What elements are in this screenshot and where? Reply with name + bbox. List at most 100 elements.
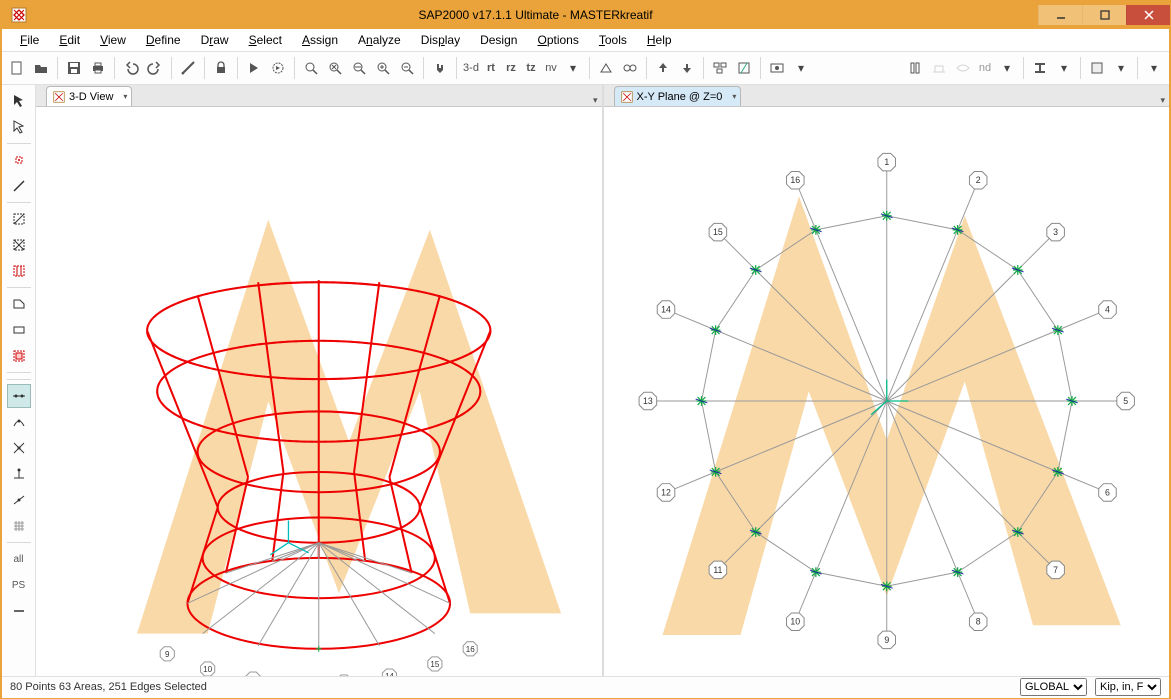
menu-display[interactable]: Display [413,31,468,49]
cable-icon [952,57,974,79]
quick-draw-brace-icon[interactable] [7,233,31,257]
view-3d-button[interactable]: 3-d [462,57,480,79]
prev-select-button[interactable]: PS [7,573,31,597]
svg-text:3: 3 [1053,227,1058,237]
workarea: all PS 3-D View ▾ ▾ [2,85,1169,676]
section-shape-icon[interactable] [904,57,926,79]
pane-dropdown-icon[interactable]: ▾ [593,95,598,106]
canvas-xy[interactable]: 12345678910111213141516 [604,107,1170,676]
reshape-tool-icon[interactable] [7,115,31,139]
area-section-icon[interactable] [1086,57,1108,79]
svg-text:15: 15 [430,660,439,669]
shrink-icon[interactable] [619,57,641,79]
zoom-extents-icon[interactable] [324,57,346,79]
svg-text:1: 1 [884,157,889,167]
pointer-tool-icon[interactable] [7,89,31,113]
units-select[interactable]: Kip, in, F [1095,678,1161,696]
dropdown-icon[interactable]: ▾ [996,57,1018,79]
snap-intersect-icon[interactable] [7,436,31,460]
dropdown-icon[interactable]: ▾ [1110,57,1132,79]
draw-poly-area-icon[interactable] [7,292,31,316]
menu-view[interactable]: View [92,31,134,49]
menu-analyze[interactable]: Analyze [350,31,409,49]
tab-dropdown-icon[interactable]: ▾ [123,92,127,101]
refresh-icon[interactable] [177,57,199,79]
named-view-button[interactable]: nv [542,57,560,79]
down-one-level-icon[interactable] [676,57,698,79]
tab-xy-plane[interactable]: X-Y Plane @ Z=0 ▾ [614,86,742,106]
perspective-icon[interactable] [595,57,617,79]
svg-text:8: 8 [975,617,980,627]
menu-draw[interactable]: Draw [193,31,237,49]
rotate-rz-button[interactable]: rz [502,57,520,79]
menu-file[interactable]: File [12,31,47,49]
zoom-in-icon[interactable] [372,57,394,79]
new-model-icon[interactable] [6,57,28,79]
run-cases-icon[interactable] [267,57,289,79]
menu-design[interactable]: Design [472,31,525,49]
menu-edit[interactable]: Edit [51,31,88,49]
open-icon[interactable] [30,57,52,79]
menu-define[interactable]: Define [138,31,189,49]
display-options-icon[interactable] [766,57,788,79]
menu-select[interactable]: Select [241,31,290,49]
quick-draw-secondary-icon[interactable] [7,259,31,283]
snap-line-icon[interactable] [7,488,31,512]
run-analysis-icon[interactable] [243,57,265,79]
coord-system-select[interactable]: GLOBAL [1020,678,1087,696]
svg-text:7: 7 [1053,565,1058,575]
set-view-icon[interactable] [733,57,755,79]
titlebar: SAP2000 v17.1.1 Ultimate - MASTERkreatif [1,1,1170,29]
menu-tools[interactable]: Tools [591,31,635,49]
canvas-3d[interactable]: 910111213141516 [36,107,602,676]
svg-text:6: 6 [1105,487,1110,497]
draw-special-joint-icon[interactable] [7,148,31,172]
named-display-button[interactable]: nd [976,57,994,79]
ibeam-icon[interactable] [1029,57,1051,79]
redo-icon[interactable] [144,57,166,79]
undo-icon[interactable] [120,57,142,79]
pane-dropdown-icon[interactable]: ▾ [1160,95,1165,106]
statusbar: 80 Points 63 Areas, 251 Edges Selected G… [2,676,1169,698]
snap-points-icon[interactable] [7,384,31,408]
zoom-out-icon[interactable] [396,57,418,79]
object-options-icon[interactable] [709,57,731,79]
svg-text:16: 16 [466,645,475,654]
maximize-button[interactable] [1082,5,1126,25]
snap-midpoint-icon[interactable] [7,410,31,434]
minimize-button[interactable] [1038,5,1082,25]
svg-text:11: 11 [713,565,722,575]
zoom-window-icon[interactable] [300,57,322,79]
translate-tz-button[interactable]: tz [522,57,540,79]
dropdown-icon[interactable]: ▾ [562,57,584,79]
print-icon[interactable] [87,57,109,79]
menu-assign[interactable]: Assign [294,31,346,49]
snap-perpendicular-icon[interactable] [7,462,31,486]
select-all-button[interactable]: all [7,547,31,571]
dropdown-icon[interactable]: ▾ [790,57,812,79]
quick-draw-frame-icon[interactable] [7,207,31,231]
chrome-body: File Edit View Define Draw Select Assign… [1,29,1170,699]
draw-frame-icon[interactable] [7,174,31,198]
up-one-level-icon[interactable] [652,57,674,79]
quick-draw-area-icon[interactable] [7,344,31,368]
svg-text:12: 12 [661,487,671,497]
snap-grid-icon[interactable] [7,514,31,538]
save-icon[interactable] [63,57,85,79]
tab-3d-view[interactable]: 3-D View ▾ [46,86,132,106]
tab-dropdown-icon[interactable]: ▾ [732,92,736,101]
close-button[interactable] [1126,5,1170,25]
draw-rect-area-icon[interactable] [7,318,31,342]
svg-text:16: 16 [790,175,800,185]
menu-options[interactable]: Options [529,31,586,49]
dropdown-icon[interactable]: ▾ [1053,57,1075,79]
lock-icon[interactable] [210,57,232,79]
clear-select-icon[interactable] [7,599,31,623]
dropdown-icon[interactable]: ▾ [1143,57,1165,79]
rotate-rt-button[interactable]: rt [482,57,500,79]
sap-icon [53,91,65,103]
svg-text:10: 10 [790,617,800,627]
pan-icon[interactable] [429,57,451,79]
zoom-previous-icon[interactable] [348,57,370,79]
menu-help[interactable]: Help [639,31,680,49]
